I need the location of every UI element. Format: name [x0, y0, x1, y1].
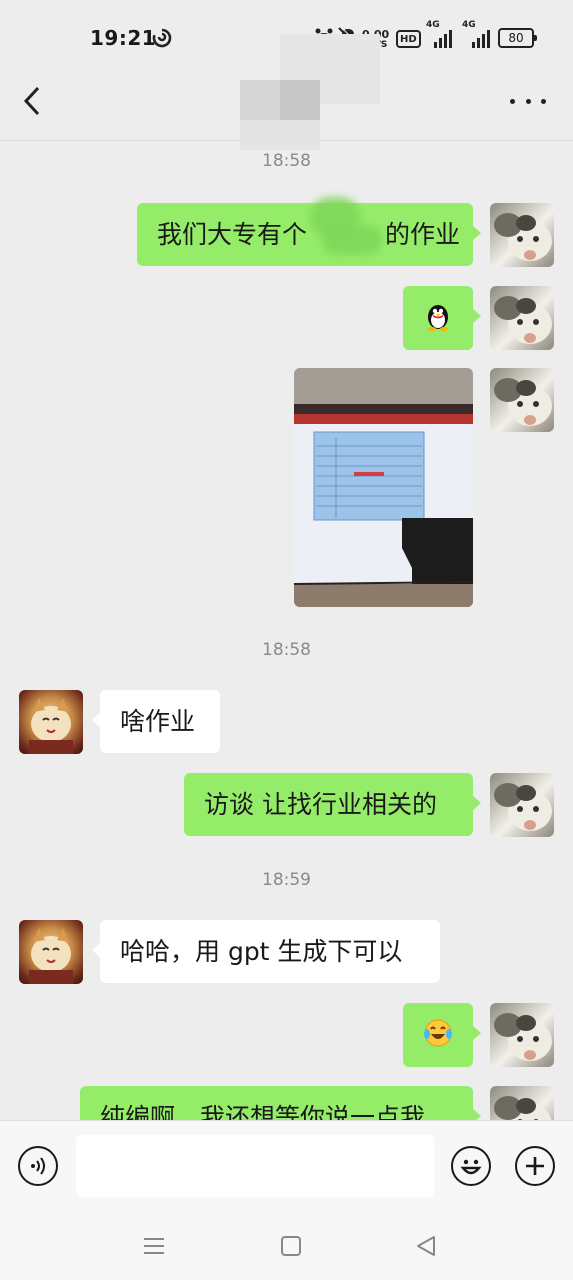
menu-icon[interactable] [140, 1232, 168, 1260]
avatar[interactable] [19, 920, 83, 984]
avatar[interactable] [490, 368, 554, 432]
emoji-message[interactable] [403, 1003, 481, 1067]
signal-icon-2: 4G [462, 20, 492, 50]
hd-voice-icon: HD [396, 30, 421, 48]
avatar[interactable] [490, 203, 554, 267]
message-text: 啥作业 [120, 707, 196, 736]
avatar[interactable] [19, 690, 83, 754]
chevron-left-icon[interactable] [18, 84, 48, 118]
avatar[interactable] [490, 286, 554, 350]
emoji-message[interactable] [403, 286, 481, 350]
laughing-tears-icon [423, 1018, 453, 1052]
signal-icon-1: 4G [426, 20, 454, 50]
message-text-after: 的作业 [385, 220, 461, 249]
battery-icon: 80 [498, 28, 537, 48]
net-label-1: 4G [426, 20, 440, 30]
input-bar [0, 1120, 573, 1211]
message-input[interactable] [76, 1135, 434, 1197]
message-text: 访谈 让找行业相关的 [204, 790, 437, 819]
system-nav-bar [0, 1210, 573, 1280]
message-bubble[interactable]: 我们大专有个 的作业 [137, 197, 481, 266]
smiley-icon[interactable] [451, 1146, 491, 1186]
photo-thumbnail[interactable] [294, 368, 473, 607]
redaction-blur [322, 225, 382, 255]
qq-penguin-icon [425, 301, 451, 335]
more-dots-icon[interactable] [510, 90, 546, 112]
avatar[interactable] [490, 1003, 554, 1067]
chat-title-obscured [240, 80, 320, 150]
status-time: 19:21 [90, 26, 157, 50]
message-bubble[interactable]: 访谈 让找行业相关的 [184, 773, 481, 836]
sync-icon [150, 25, 174, 51]
chat-header [0, 34, 573, 150]
home-square-icon[interactable] [277, 1232, 305, 1260]
timestamp: 18:58 [262, 640, 311, 660]
avatar[interactable] [490, 773, 554, 837]
message-text: 哈哈，用 gpt 生成下可以 [120, 937, 403, 966]
message-text: 我们大专有个 [157, 220, 308, 249]
message-bubble[interactable]: 哈哈，用 gpt 生成下可以 [92, 920, 440, 983]
plus-icon[interactable] [515, 1146, 555, 1186]
voice-icon[interactable] [18, 1146, 58, 1186]
message-bubble[interactable]: 啥作业 [92, 690, 220, 753]
back-triangle-icon[interactable] [412, 1232, 440, 1260]
timestamp: 18:58 [262, 151, 311, 171]
net-label-2: 4G [462, 20, 476, 30]
timestamp: 18:59 [262, 870, 311, 890]
